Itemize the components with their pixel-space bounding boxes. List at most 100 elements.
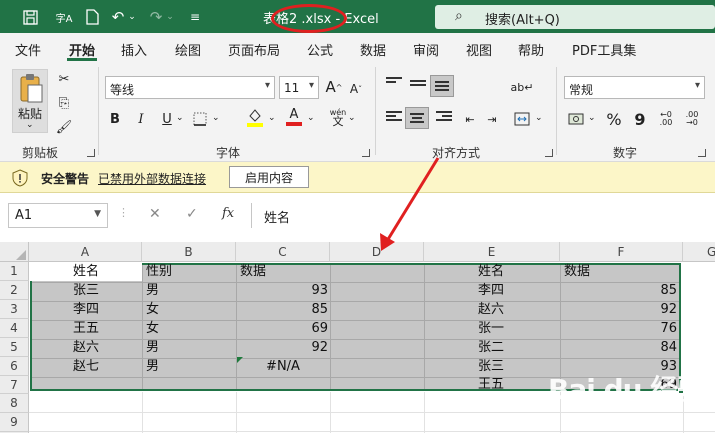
- cell-e2[interactable]: 李四: [478, 282, 504, 300]
- currency-icon[interactable]: [566, 109, 586, 129]
- font-color-icon[interactable]: A: [284, 107, 304, 127]
- column-header-g[interactable]: G: [683, 242, 715, 262]
- cell-b4[interactable]: 女: [146, 320, 159, 338]
- cell-c1[interactable]: 数据: [240, 263, 266, 281]
- cell-c3[interactable]: 85: [236, 301, 328, 319]
- fill-color-icon[interactable]: [245, 107, 265, 127]
- touch-mode-icon[interactable]: 字A: [52, 7, 76, 27]
- grow-font-icon[interactable]: A ^: [324, 77, 344, 97]
- warning-message-link[interactable]: 已禁用外部数据连接: [98, 170, 206, 187]
- cell-a1[interactable]: 姓名: [30, 263, 142, 281]
- column-header-c[interactable]: C: [236, 242, 330, 262]
- tab-help[interactable]: 帮助: [518, 40, 544, 59]
- font-launcher-icon[interactable]: [362, 149, 370, 157]
- cell-e3[interactable]: 赵六: [478, 301, 504, 319]
- cell-e7[interactable]: 王五: [478, 376, 504, 394]
- undo-dropdown-icon[interactable]: ⌄: [126, 7, 138, 27]
- decrease-indent-icon[interactable]: ⇤: [460, 109, 480, 129]
- cell-b2[interactable]: 男: [146, 282, 159, 300]
- save-icon[interactable]: [20, 7, 40, 27]
- row-header-9[interactable]: 9: [0, 413, 29, 432]
- select-all-corner[interactable]: [0, 242, 29, 262]
- percent-button[interactable]: %: [604, 109, 624, 129]
- cut-icon[interactable]: ✂: [54, 69, 74, 89]
- new-file-icon[interactable]: [82, 7, 102, 27]
- row-header-6[interactable]: 6: [0, 357, 29, 376]
- tab-draw[interactable]: 绘图: [175, 40, 201, 59]
- align-right-icon[interactable]: [436, 111, 452, 124]
- align-middle-icon[interactable]: [410, 77, 426, 90]
- enter-icon[interactable]: ✓: [186, 206, 198, 222]
- cell-a3[interactable]: 李四: [30, 301, 142, 319]
- increase-indent-icon[interactable]: ⇥: [482, 109, 502, 129]
- tab-file[interactable]: 文件: [15, 40, 41, 59]
- underline-button[interactable]: U: [157, 109, 177, 129]
- align-bottom-button[interactable]: [430, 75, 454, 97]
- cell-b6[interactable]: 男: [146, 358, 159, 376]
- enable-content-button[interactable]: 启用内容: [229, 166, 309, 188]
- name-box[interactable]: A1 ▼: [8, 203, 108, 228]
- column-header-d[interactable]: D: [330, 242, 424, 262]
- italic-button[interactable]: I: [131, 109, 151, 129]
- font-name-dropdown[interactable]: 等线 ▾: [105, 76, 275, 99]
- paste-button[interactable]: 粘贴 ⌄: [12, 69, 48, 133]
- cell-e1[interactable]: 姓名: [478, 263, 504, 281]
- tab-data[interactable]: 数据: [360, 40, 386, 59]
- increase-decimal-icon[interactable]: ←0.00: [656, 109, 676, 129]
- tab-formulas[interactable]: 公式: [307, 40, 333, 59]
- bold-button[interactable]: B: [105, 109, 125, 129]
- column-header-e[interactable]: E: [424, 242, 560, 262]
- wrap-text-icon[interactable]: ab↵: [511, 77, 534, 97]
- cancel-icon[interactable]: ✕: [149, 206, 161, 222]
- row-header-3[interactable]: 3: [0, 300, 29, 319]
- clipboard-launcher-icon[interactable]: [87, 149, 95, 157]
- tab-review[interactable]: 审阅: [413, 40, 439, 59]
- cell-f3[interactable]: 92: [560, 301, 677, 319]
- align-top-icon[interactable]: [386, 77, 402, 90]
- font-size-dropdown[interactable]: 11 ▾: [279, 76, 319, 99]
- redo-icon[interactable]: ↷: [146, 7, 166, 27]
- tab-home[interactable]: 开始: [69, 40, 95, 59]
- merge-center-icon[interactable]: [512, 109, 532, 129]
- borders-icon[interactable]: [190, 109, 210, 129]
- insert-function-icon[interactable]: fx: [222, 206, 234, 221]
- cell-f5[interactable]: 84: [560, 339, 677, 357]
- cell-b5[interactable]: 男: [146, 339, 159, 357]
- column-header-a[interactable]: A: [29, 242, 142, 262]
- cell-e4[interactable]: 张一: [478, 320, 504, 338]
- cell-f2[interactable]: 85: [560, 282, 677, 300]
- cell-e6[interactable]: 张三: [478, 358, 504, 376]
- row-header-2[interactable]: 2: [0, 281, 29, 300]
- row-header-7[interactable]: 7: [0, 376, 29, 394]
- cell-b1[interactable]: 性别: [146, 263, 172, 281]
- undo-icon[interactable]: ↶: [108, 7, 128, 27]
- tab-view[interactable]: 视图: [466, 40, 492, 59]
- cell-c6[interactable]: #N/A: [236, 358, 330, 376]
- cell-f4[interactable]: 76: [560, 320, 677, 338]
- column-header-b[interactable]: B: [142, 242, 236, 262]
- cell-a6[interactable]: 赵七: [30, 358, 142, 376]
- tab-pdf-tools[interactable]: PDF工具集: [572, 40, 636, 59]
- row-header-1[interactable]: 1: [0, 262, 29, 281]
- cell-c4[interactable]: 69: [236, 320, 328, 338]
- row-header-4[interactable]: 4: [0, 319, 29, 338]
- tab-insert[interactable]: 插入: [121, 40, 147, 59]
- row-header-5[interactable]: 5: [0, 338, 29, 357]
- row-header-8[interactable]: 8: [0, 394, 29, 413]
- cell-a4[interactable]: 王五: [30, 320, 142, 338]
- formula-input[interactable]: 姓名: [251, 203, 715, 228]
- phonetic-guide-icon[interactable]: wén 文: [328, 107, 348, 127]
- redo-dropdown-icon[interactable]: ⌄: [164, 7, 176, 27]
- customize-qat-icon[interactable]: ≡: [185, 7, 205, 27]
- align-center-button[interactable]: [405, 107, 429, 129]
- number-launcher-icon[interactable]: [698, 149, 706, 157]
- number-format-dropdown[interactable]: 常规 ▾: [564, 76, 705, 99]
- cell-b3[interactable]: 女: [146, 301, 159, 319]
- format-painter-icon[interactable]: 🖌: [54, 117, 74, 137]
- align-left-icon[interactable]: [386, 111, 402, 124]
- copy-icon[interactable]: ⎘: [54, 93, 74, 113]
- cell-c5[interactable]: 92: [236, 339, 328, 357]
- search-box[interactable]: ⌕ 搜索(Alt+Q): [435, 5, 715, 29]
- cell-a5[interactable]: 赵六: [30, 339, 142, 357]
- shrink-font-icon[interactable]: Aˇ: [346, 79, 366, 99]
